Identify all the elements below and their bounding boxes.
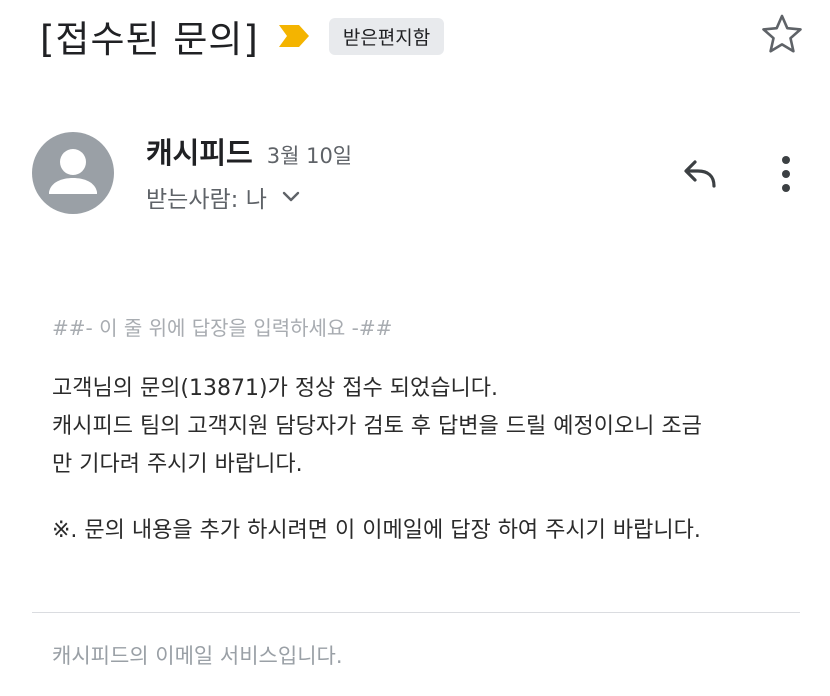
importance-marker-icon[interactable] bbox=[277, 23, 311, 49]
email-note: ※. 문의 내용을 추가 하시려면 이 이메일에 답장 하여 주시기 바랍니다. bbox=[52, 518, 701, 543]
email-message: 고객님의 문의(13871)가 정상 접수 되었습니다. 캐시피드 팀의 고객지… bbox=[52, 370, 792, 484]
divider bbox=[32, 612, 800, 613]
person-icon bbox=[49, 149, 97, 194]
recipient-label: 받는사람: 나 bbox=[146, 187, 267, 213]
recipient-details-toggle[interactable]: 받는사람: 나 bbox=[146, 180, 301, 214]
sender-avatar[interactable] bbox=[32, 132, 114, 214]
sender-line: 캐시피드 3월 10일 bbox=[146, 130, 352, 172]
reply-above-marker: ##- 이 줄 위에 답장을 입력하세요 -## bbox=[52, 316, 393, 340]
email-footer: 캐시피드의 이메일 서비스입니다. bbox=[52, 644, 343, 668]
sent-date: 3월 10일 bbox=[266, 144, 353, 168]
reply-icon[interactable] bbox=[676, 152, 728, 196]
subject-row: [접수된 문의] 받은편지함 bbox=[40, 8, 445, 64]
sender-name[interactable]: 캐시피드 bbox=[146, 130, 253, 172]
message-line: 캐시피드 팀의 고객지원 담당자가 검토 후 답변을 드릴 예정이오니 조금 bbox=[52, 414, 702, 439]
more-vert-icon[interactable] bbox=[768, 150, 804, 198]
star-outline-icon[interactable] bbox=[758, 10, 806, 58]
email-subject: [접수된 문의] bbox=[40, 18, 259, 61]
inbox-label-chip[interactable]: 받은편지함 bbox=[328, 17, 445, 55]
chevron-down-icon[interactable] bbox=[281, 190, 301, 204]
message-line: 고객님의 문의(13871)가 정상 접수 되었습니다. bbox=[52, 376, 498, 401]
message-line: 만 기다려 주시기 바랍니다. bbox=[52, 452, 303, 477]
